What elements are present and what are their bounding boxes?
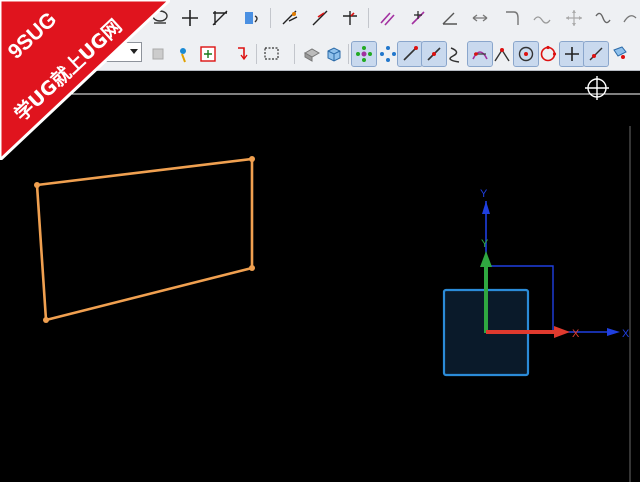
arc-icon[interactable] [530,6,554,30]
face-icon[interactable] [300,42,324,66]
tangent-icon[interactable] [490,42,514,66]
point-icon[interactable] [178,6,202,30]
datum-csys[interactable] [442,201,620,377]
quadrant-icon[interactable] [536,42,560,66]
point-on-curve-icon[interactable] [174,42,198,66]
separator [270,8,271,28]
constraint-icon[interactable] [406,6,430,30]
local-x-axis-label: X [572,328,580,340]
separator [368,8,369,28]
separator [256,44,257,64]
center-icon[interactable] [513,41,539,67]
angle-dim-icon[interactable] [308,6,332,30]
vertex-icon[interactable] [562,6,586,30]
select-filter-icon[interactable] [196,42,220,66]
dimension-icon[interactable] [278,6,302,30]
x-axis-label: X [622,328,630,340]
curve-icon[interactable] [500,6,524,30]
midpoint-icon[interactable] [421,41,447,67]
sketch-vertex[interactable] [249,156,255,162]
face-select-icon[interactable] [608,42,632,66]
snap-grid-icon[interactable] [351,41,377,67]
trim-icon[interactable] [208,6,232,30]
more-icon[interactable] [618,6,640,30]
rotate-icon[interactable] [230,42,254,66]
angle-icon[interactable] [438,6,462,30]
control-point-icon[interactable] [444,42,468,66]
y-axis-label: Y [480,188,488,200]
box-icon[interactable] [322,42,346,66]
separator [294,44,295,64]
sketch-vertex[interactable] [249,265,255,271]
spline-icon[interactable] [592,6,616,30]
watermark-badge: 9SUG 学UG就上UG网 [0,0,170,160]
perpendicular-dim-icon[interactable] [338,6,362,30]
snap-points-icon[interactable] [376,42,400,66]
fillet-icon[interactable] [240,6,264,30]
existing-point-icon[interactable] [559,41,585,67]
sketch-quadrilateral[interactable] [35,157,254,322]
horizontal-icon[interactable] [468,6,492,30]
local-y-axis-label: Y [481,238,489,250]
point-on-line-icon[interactable] [583,41,609,67]
separator [348,44,349,64]
sketch-vertex[interactable] [43,317,49,323]
crosshair-cursor-icon [585,76,609,100]
select-box-icon[interactable] [260,42,284,66]
sketch-vertex[interactable] [34,182,40,188]
parallel-icon[interactable] [376,6,400,30]
intersection-icon[interactable] [467,41,493,67]
endpoint-icon[interactable] [397,41,423,67]
